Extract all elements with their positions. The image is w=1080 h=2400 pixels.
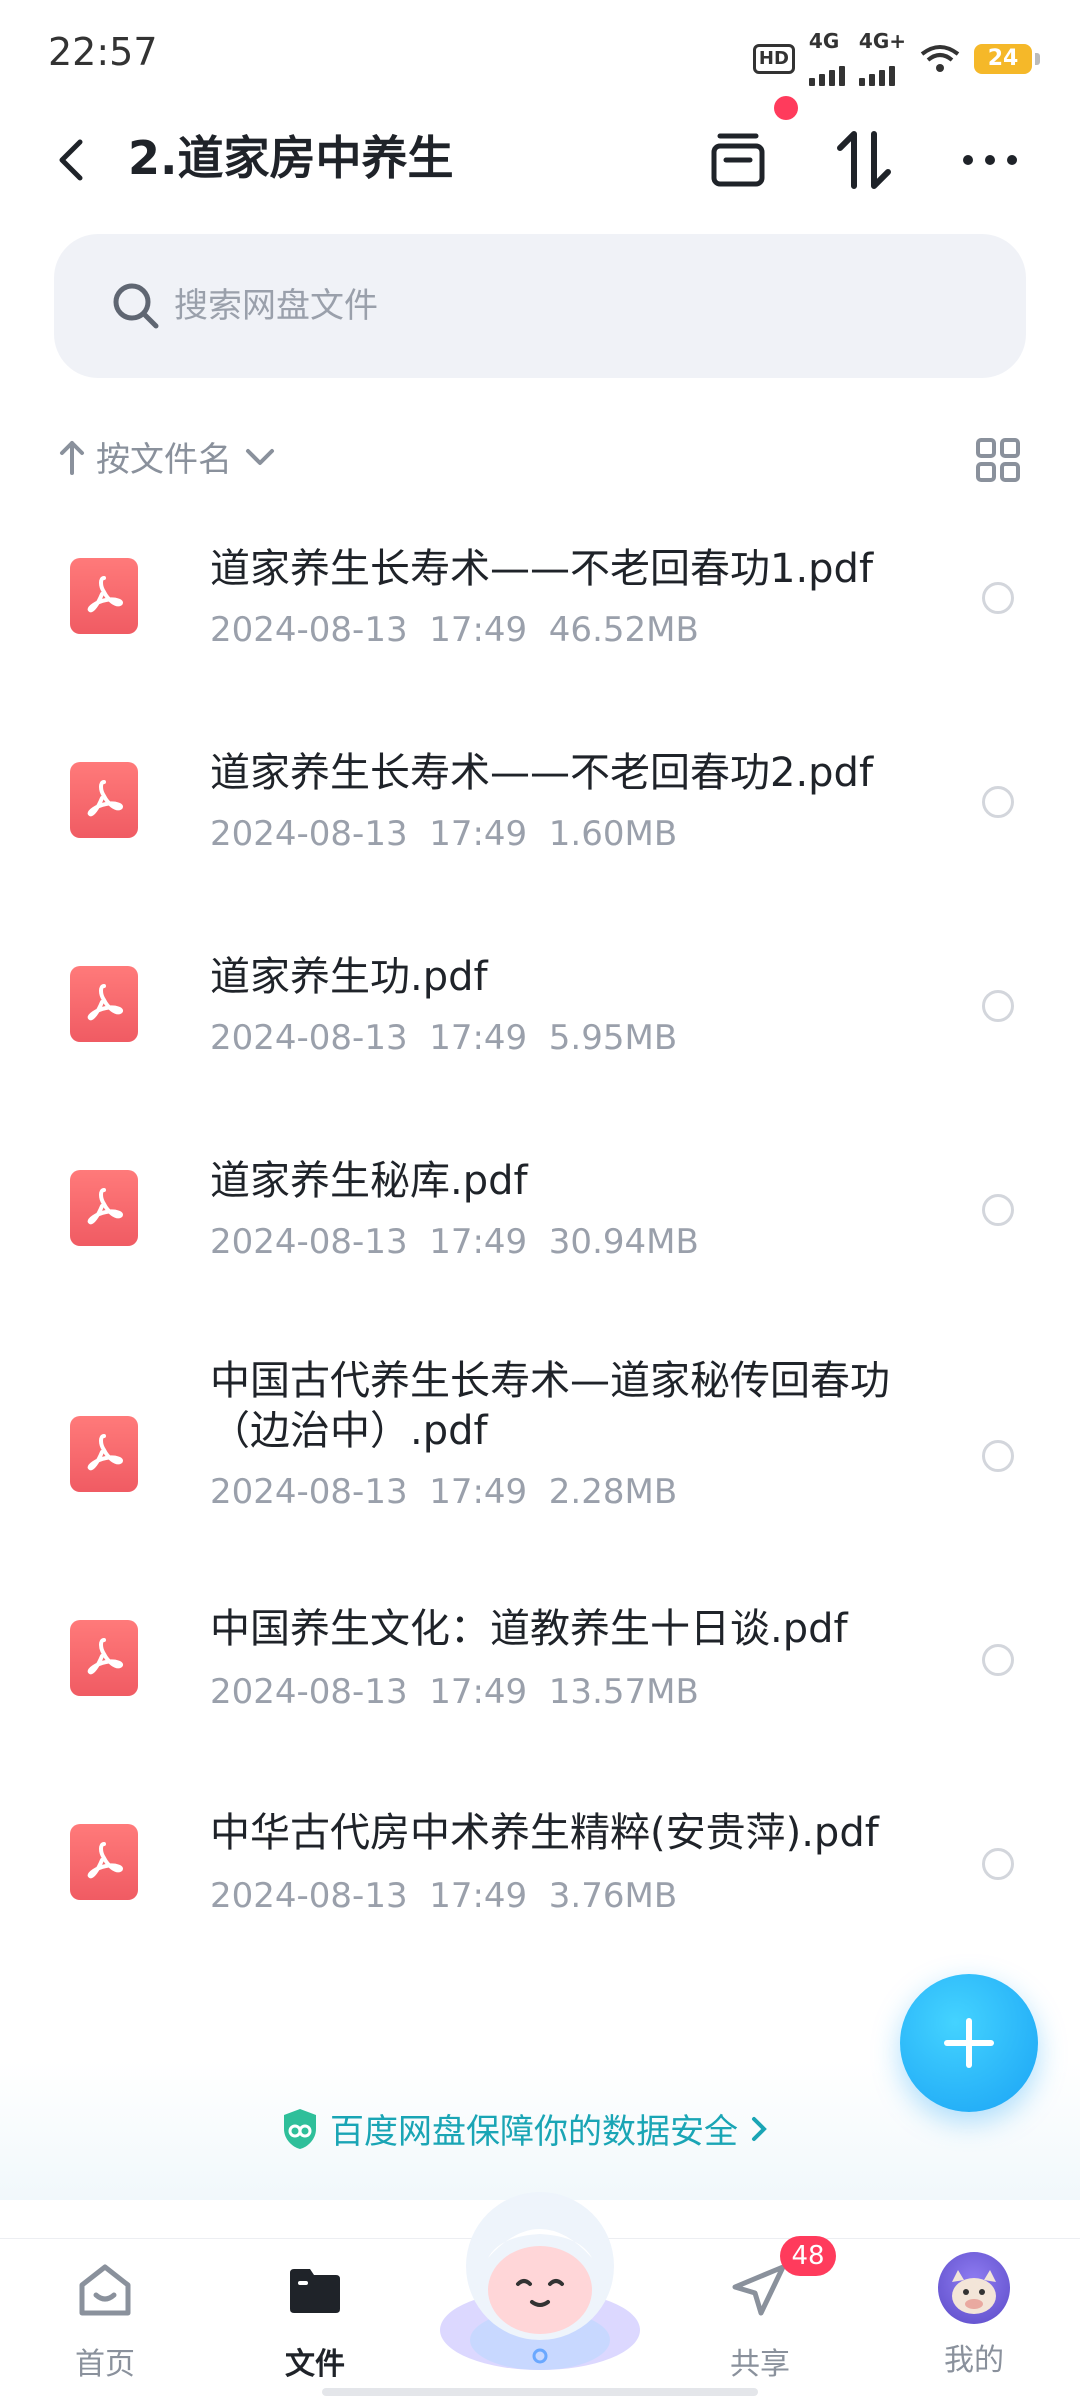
file-row[interactable]: 中国古代养生长寿术—道家秘传回春功（边治中）.pdf 2024-08-13 17… [0,1326,1080,1580]
file-meta: 2024-08-13 17:49 13.57MB [210,1672,699,1712]
transfer-list-icon[interactable] [704,126,772,194]
file-row[interactable]: 道家养生秘库.pdf 2024-08-13 17:49 30.94MB [0,1122,1080,1326]
battery-icon: 24 [974,44,1040,74]
file-meta: 2024-08-13 17:49 30.94MB [210,1222,699,1262]
grid-view-icon[interactable] [974,436,1022,484]
tab-label: 我的 [944,2343,1004,2378]
search-input[interactable] [174,274,954,338]
more-icon[interactable] [956,126,1024,194]
search-icon [113,283,159,329]
hd-icon: HD [752,44,795,74]
arrow-up-icon [60,440,84,475]
file-name: 中国养生文化：道教养生十日谈.pdf [210,1606,848,1652]
tab-share[interactable]: 共享 [700,2259,820,2383]
file-name: 道家养生长寿术——不老回春功2.pdf [210,750,874,796]
pdf-icon [70,1620,138,1696]
safety-link[interactable]: 百度网盘保障你的数据安全 [280,2104,772,2153]
status-bar: 22:57 HD 4G 4G+ 24 [0,0,1080,100]
tab-label: 文件 [285,2347,345,2382]
mascot-icon[interactable] [430,2180,650,2370]
tab-label: 首页 [75,2347,135,2382]
chevron-right-icon [752,2116,767,2141]
file-row[interactable]: 中国养生文化：道教养生十日谈.pdf 2024-08-13 17:49 13.5… [0,1580,1080,1784]
network-label-1: 4G [808,29,840,53]
signal-bars-icon [858,50,895,86]
tab-files[interactable]: 文件 [255,2259,375,2383]
file-meta: 2024-08-13 17:49 5.95MB [210,1018,678,1058]
file-name: 中华古代房中术养生精粹(安贵萍).pdf [210,1810,879,1856]
wifi-icon [920,45,960,72]
status-time: 22:57 [48,30,158,74]
sort-row: 按文件名 [0,420,1080,500]
network-label-2: 4G+ [858,29,906,53]
add-button[interactable] [900,1974,1038,2112]
file-row[interactable]: 道家养生长寿术——不老回春功2.pdf 2024-08-13 17:49 1.6… [0,714,1080,918]
search-bar[interactable] [54,234,1026,378]
select-radio[interactable] [982,786,1014,818]
select-radio[interactable] [982,582,1014,614]
select-radio[interactable] [982,1644,1014,1676]
pdf-icon [70,558,138,634]
select-radio[interactable] [982,1440,1014,1472]
sort-label: 按文件名 [96,440,232,480]
file-name: 道家养生秘库.pdf [210,1158,528,1204]
signal-bars-icon [808,50,845,86]
home-indicator [322,2388,758,2396]
file-name: 中国古代养生长寿术—道家秘传回春功（边治中）.pdf [210,1358,890,1454]
shield-icon [284,2108,316,2149]
tab-label: 共享 [730,2347,790,2382]
pdf-icon [70,1170,138,1246]
signal-2: 4G+ [858,29,906,86]
screen: 22:57 HD 4G 4G+ 24 2.道家房中养生 搜索网盘文件 按文件名 … [0,0,1080,2400]
sort-order-icon[interactable] [830,126,898,194]
file-meta: 2024-08-13 17:49 2.28MB [210,1472,678,1512]
notification-dot [774,96,798,120]
file-meta: 2024-08-13 17:49 1.60MB [210,814,678,854]
status-icons: HD 4G 4G+ 24 [752,29,1040,86]
pdf-icon [70,966,138,1042]
back-icon[interactable] [44,130,104,190]
pdf-icon [70,1824,138,1900]
page-title: 2.道家房中养生 [128,131,454,185]
safety-text: 百度网盘保障你的数据安全 [330,2112,738,2152]
file-row[interactable]: 中华古代房中术养生精粹(安贵萍).pdf 2024-08-13 17:49 3.… [0,1784,1080,1988]
home-icon [79,2264,131,2316]
tab-home[interactable]: 首页 [45,2259,165,2383]
plus-icon [944,2018,994,2068]
select-radio[interactable] [982,1194,1014,1226]
top-nav: 2.道家房中养生 [0,96,1080,220]
pdf-icon [70,1416,138,1492]
avatar-icon [938,2252,1010,2324]
send-icon [732,2264,786,2316]
sort-by-name-button[interactable]: 按文件名 [58,432,278,481]
file-row[interactable]: 道家养生长寿术——不老回春功1.pdf 2024-08-13 17:49 46.… [0,510,1080,714]
file-name: 道家养生功.pdf [210,954,488,1000]
file-meta: 2024-08-13 17:49 3.76MB [210,1876,678,1916]
select-radio[interactable] [982,990,1014,1022]
file-name: 道家养生长寿术——不老回春功1.pdf [210,546,874,592]
signal-1: 4G [808,29,845,86]
chevron-down-icon [246,448,274,465]
folder-icon [290,2269,340,2313]
pdf-icon [70,762,138,838]
select-radio[interactable] [982,1848,1014,1880]
file-row[interactable]: 道家养生功.pdf 2024-08-13 17:49 5.95MB [0,918,1080,1122]
file-meta: 2024-08-13 17:49 46.52MB [210,610,699,650]
share-badge: 48 [780,2236,836,2276]
